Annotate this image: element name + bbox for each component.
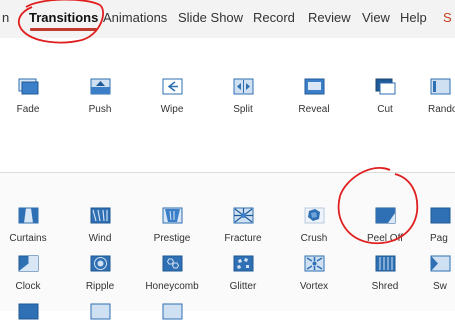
random-bars-icon	[430, 78, 451, 95]
active-tab-underline	[30, 28, 98, 31]
transition-label: Sw	[433, 281, 447, 292]
transition-label: Glitter	[229, 281, 257, 292]
wind-icon	[90, 207, 111, 224]
transition-label: Curtains	[9, 233, 47, 244]
transition-label: Vortex	[299, 281, 329, 292]
wipe-icon	[162, 78, 183, 95]
transition-fade[interactable]: Fade	[0, 78, 58, 115]
fracture-icon	[233, 207, 254, 224]
transition-clock[interactable]: Clock	[0, 255, 58, 292]
transition-crush[interactable]: Crush	[284, 207, 344, 244]
transition-partial-row[interactable]	[0, 303, 58, 325]
transition-gallery-subtle: Fade Push Wipe Split Reveal Cut Rando	[0, 38, 455, 170]
transition-label: Split	[233, 104, 253, 115]
transition-label: Shred	[371, 281, 399, 292]
tab-animations[interactable]: Animations	[103, 10, 167, 25]
transition-thumbnail-icon	[18, 303, 39, 320]
transition-push[interactable]: Push	[70, 78, 130, 115]
transition-label: Prestige	[153, 233, 191, 244]
clock-icon	[18, 255, 39, 272]
transition-label: Ripple	[85, 281, 115, 292]
cut-icon	[375, 78, 396, 95]
transition-label: Honeycomb	[145, 281, 199, 292]
transition-shred[interactable]: Shred	[355, 255, 415, 292]
tab-review[interactable]: Review	[308, 10, 351, 25]
transition-label: Fade	[16, 104, 40, 115]
transition-switch[interactable]: Sw	[420, 255, 455, 292]
tab-partial-left[interactable]: n	[2, 10, 9, 25]
tab-partial-right[interactable]: S	[443, 10, 452, 25]
transition-label: Fracture	[224, 233, 262, 244]
peel-off-icon	[375, 207, 396, 224]
transition-label: Peel Off	[367, 233, 403, 244]
crush-icon	[304, 207, 325, 224]
tab-transitions[interactable]: Transitions	[29, 10, 99, 31]
shred-icon	[375, 255, 396, 272]
transition-label: Cut	[377, 104, 393, 115]
tab-record[interactable]: Record	[253, 10, 295, 25]
tab-view[interactable]: View	[362, 10, 390, 25]
transition-fracture[interactable]: Fracture	[213, 207, 273, 244]
transition-peel-off[interactable]: Peel Off	[355, 207, 415, 244]
transition-wipe[interactable]: Wipe	[142, 78, 202, 115]
vortex-icon	[304, 255, 325, 272]
ripple-icon	[90, 255, 111, 272]
transition-wind[interactable]: Wind	[70, 207, 130, 244]
prestige-icon	[162, 207, 183, 224]
transition-vortex[interactable]: Vortex	[284, 255, 344, 292]
transition-label: Wipe	[160, 104, 184, 115]
transition-curtains[interactable]: Curtains	[0, 207, 58, 244]
transition-label: Pag	[430, 233, 448, 244]
transition-cut[interactable]: Cut	[355, 78, 415, 115]
transition-prestige[interactable]: Prestige	[142, 207, 202, 244]
tab-transitions-label: Transitions	[29, 10, 99, 25]
transition-page-curl[interactable]: Pag	[420, 207, 455, 244]
transition-random-bars[interactable]: Rando	[420, 78, 455, 115]
tab-slide-show[interactable]: Slide Show	[178, 10, 243, 25]
fade-icon	[18, 78, 39, 95]
glitter-icon	[233, 255, 254, 272]
transition-partial-row[interactable]	[142, 303, 202, 325]
page-curl-icon	[430, 207, 451, 224]
transition-glitter[interactable]: Glitter	[213, 255, 273, 292]
reveal-icon	[304, 78, 325, 95]
transition-thumbnail-icon	[90, 303, 111, 320]
transition-honeycomb[interactable]: Honeycomb	[142, 255, 202, 292]
tab-help[interactable]: Help	[400, 10, 427, 25]
transition-label: Push	[88, 104, 112, 115]
transition-gallery-exciting: Curtains Wind Prestige Fracture Crush Pe…	[0, 172, 455, 320]
push-icon	[90, 78, 111, 95]
transition-label: Crush	[300, 233, 328, 244]
transition-reveal[interactable]: Reveal	[284, 78, 344, 115]
transition-split[interactable]: Split	[213, 78, 273, 115]
ribbon-tab-bar: n Transitions Animations Slide Show Reco…	[0, 0, 455, 38]
transition-label: Clock	[15, 281, 41, 292]
honeycomb-icon	[162, 255, 183, 272]
curtains-icon	[18, 207, 39, 224]
transition-ripple[interactable]: Ripple	[70, 255, 130, 292]
transition-thumbnail-icon	[162, 303, 183, 320]
transition-label: Rando	[428, 104, 455, 115]
transition-label: Wind	[88, 233, 112, 244]
split-icon	[233, 78, 254, 95]
switch-icon	[430, 255, 451, 272]
transition-label: Reveal	[298, 104, 330, 115]
transition-partial-row[interactable]	[70, 303, 130, 325]
